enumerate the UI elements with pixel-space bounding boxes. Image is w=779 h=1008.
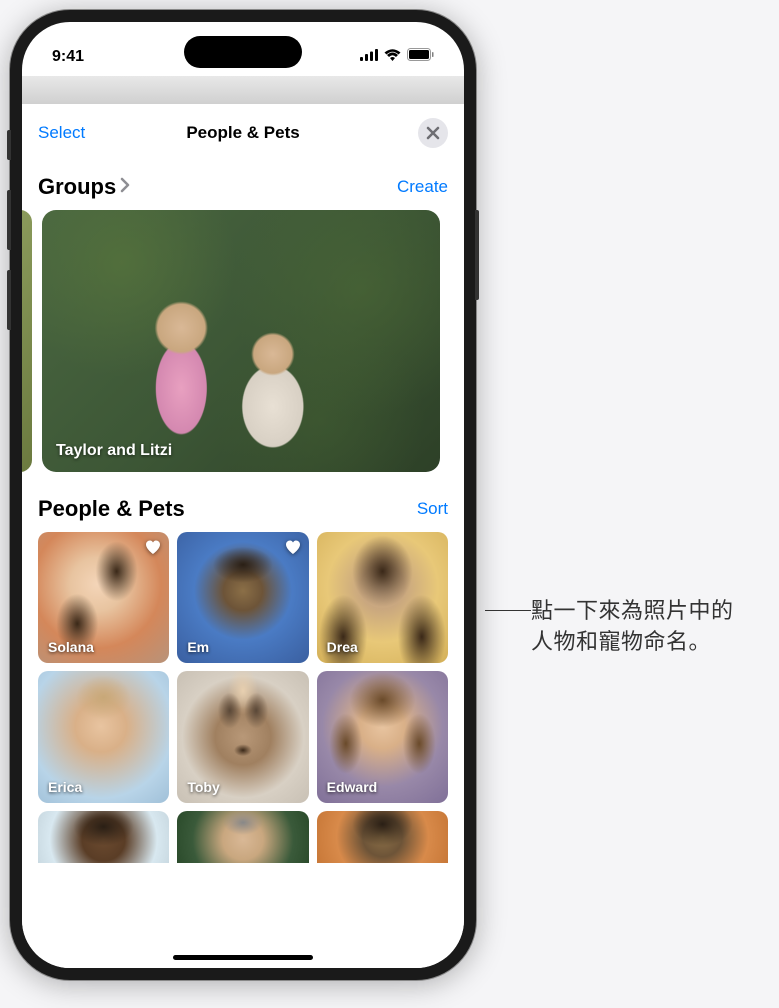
person-tile-edward[interactable]: Edward <box>317 671 448 802</box>
heart-icon <box>285 540 301 560</box>
cellular-icon <box>360 48 378 66</box>
sheet: Select People & Pets Groups Create <box>22 104 464 968</box>
heart-icon <box>145 540 161 560</box>
select-button[interactable]: Select <box>38 123 85 143</box>
group-card[interactable]: Taylor and Litzi <box>42 210 440 472</box>
battery-icon <box>407 48 434 66</box>
groups-title[interactable]: Groups <box>38 174 130 200</box>
create-button[interactable]: Create <box>397 177 448 197</box>
person-tile-toby[interactable]: Toby <box>177 671 308 802</box>
person-tile-em[interactable]: Em <box>177 532 308 663</box>
silence-switch <box>7 130 11 160</box>
groups-title-label: Groups <box>38 174 116 200</box>
person-tile-solana[interactable]: Solana <box>38 532 169 663</box>
close-icon <box>426 126 440 140</box>
person-tile-partial[interactable] <box>317 811 448 863</box>
status-time: 9:41 <box>52 48 84 66</box>
sort-button[interactable]: Sort <box>417 499 448 519</box>
volume-up-button <box>7 190 11 250</box>
person-name: Toby <box>187 779 219 795</box>
screen: 9:41 Select People & Pets <box>22 22 464 968</box>
sheet-backdrop <box>22 76 464 104</box>
groups-header: Groups Create <box>38 174 448 200</box>
person-photo <box>38 811 169 863</box>
people-grid: Solana Em Drea Erica <box>38 532 448 803</box>
dynamic-island <box>184 36 302 68</box>
page-title: People & Pets <box>186 123 299 143</box>
close-button[interactable] <box>418 118 448 148</box>
people-header: People & Pets Sort <box>38 496 448 522</box>
phone-frame: 9:41 Select People & Pets <box>10 10 476 980</box>
person-name: Em <box>187 639 209 655</box>
person-name: Edward <box>327 779 378 795</box>
group-label: Taylor and Litzi <box>56 442 172 460</box>
person-name: Solana <box>48 639 94 655</box>
power-button <box>475 210 479 300</box>
callout-line <box>485 610 531 611</box>
volume-down-button <box>7 270 11 330</box>
person-photo <box>317 811 448 863</box>
person-tile-drea[interactable]: Drea <box>317 532 448 663</box>
people-title: People & Pets <box>38 496 185 522</box>
content: Groups Create Taylor and Litzi People & … <box>22 158 464 968</box>
group-card-previous[interactable] <box>22 210 32 472</box>
people-grid-overflow <box>38 811 448 863</box>
home-indicator[interactable] <box>173 955 313 960</box>
wifi-icon <box>384 48 401 66</box>
callout-text: 點一下來為照片中的 人物和寵物命名。 <box>531 596 734 658</box>
person-tile-erica[interactable]: Erica <box>38 671 169 802</box>
person-tile-partial[interactable] <box>38 811 169 863</box>
person-photo <box>177 811 308 863</box>
groups-carousel[interactable]: Taylor and Litzi <box>22 210 448 472</box>
status-icons <box>360 48 434 66</box>
chevron-right-icon <box>120 177 130 198</box>
callout-line1: 點一下來為照片中的 <box>531 598 734 623</box>
callout-line2: 人物和寵物命名。 <box>531 629 711 654</box>
callout: 點一下來為照片中的 人物和寵物命名。 <box>485 596 734 658</box>
nav-bar: Select People & Pets <box>22 104 464 158</box>
person-name: Erica <box>48 779 82 795</box>
person-name: Drea <box>327 639 358 655</box>
person-tile-partial[interactable] <box>177 811 308 863</box>
